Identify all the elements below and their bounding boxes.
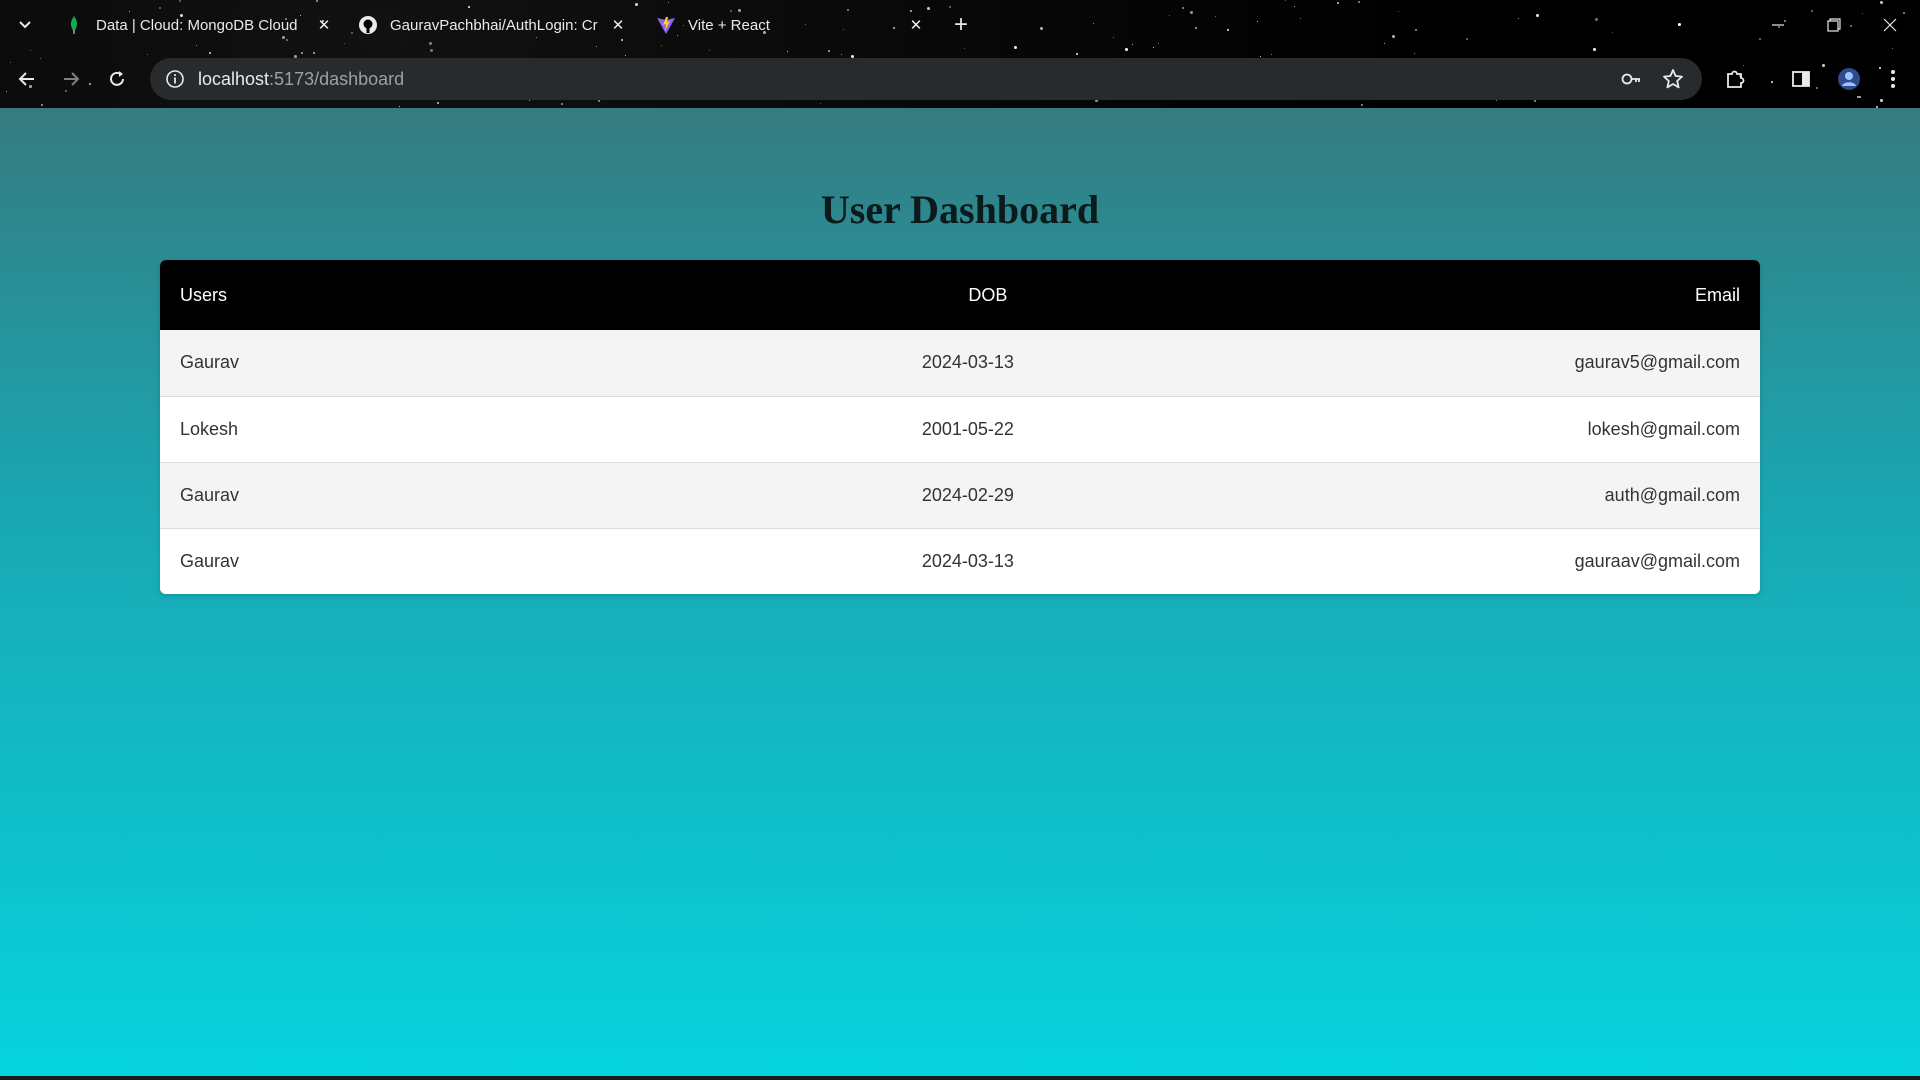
avatar-icon [1838, 68, 1860, 90]
side-panel-icon [1792, 71, 1810, 87]
cell-email: gauraav@gmail.com [1574, 550, 1740, 571]
forward-button[interactable] [54, 62, 88, 96]
star-dot [787, 50, 789, 52]
star-dot [313, 52, 316, 55]
star-dot [820, 102, 822, 104]
star-dot [300, 52, 303, 55]
table-body: Gaurav 2024-03-13 gaurav5@gmail.com Loke… [160, 330, 1760, 594]
url-text[interactable]: localhost:5173/dashboard [198, 69, 404, 90]
tab-github[interactable]: GauravPachbhai/AuthLogin: Cre ✕ [346, 8, 636, 42]
arrow-right-icon [64, 72, 80, 86]
page-viewport: User Dashboard Users DOB Email Gaurav 20… [0, 108, 1920, 1076]
close-window-button[interactable] [1870, 10, 1910, 40]
github-icon [358, 15, 378, 35]
close-icon [1883, 18, 1897, 32]
browser-toolbar: localhost:5173/dashboard [0, 56, 1920, 102]
restore-icon [1827, 18, 1841, 32]
close-icon[interactable]: ✕ [608, 15, 628, 35]
table-header: Users DOB Email [160, 260, 1760, 330]
star-dot [560, 102, 563, 105]
tab-title: Data | Cloud: MongoDB Cloud [96, 16, 298, 34]
tab-title: Vite + React [688, 16, 770, 34]
cell-user: Gaurav [180, 550, 240, 571]
cell-user: Gaurav [180, 484, 240, 505]
arrow-left-icon [18, 72, 34, 86]
star-dot [1075, 52, 1078, 55]
side-panel-button[interactable] [1784, 62, 1818, 96]
cell-dob: 2001-05-22 [921, 418, 1014, 439]
password-key-icon[interactable] [1614, 62, 1648, 96]
tab-strip: Data | Cloud: MongoDB Cloud ✕ GauravPach… [0, 0, 1920, 50]
close-icon[interactable]: ✕ [906, 15, 926, 35]
reload-button[interactable] [100, 62, 134, 96]
cell-dob: 2024-02-29 [921, 484, 1014, 505]
cell-dob: 2024-03-13 [921, 550, 1014, 571]
users-table: Users DOB Email Gaurav 2024-03-13 gaurav… [160, 260, 1760, 594]
column-header-users: Users [180, 284, 228, 305]
restore-button[interactable] [1814, 10, 1854, 40]
minimize-button[interactable] [1758, 10, 1798, 40]
table-header-row: Users DOB Email [160, 260, 1760, 330]
cell-email: auth@gmail.com [1604, 484, 1740, 505]
star-dot [398, 105, 400, 107]
star-dot [1271, 53, 1273, 55]
users-table-card: Users DOB Email Gaurav 2024-03-13 gaurav… [160, 260, 1760, 594]
browser-chrome: Data | Cloud: MongoDB Cloud ✕ GauravPach… [0, 0, 1920, 108]
address-bar[interactable]: localhost:5173/dashboard [150, 58, 1702, 100]
profile-avatar[interactable] [1832, 62, 1866, 96]
cell-email: lokesh@gmail.com [1587, 418, 1740, 439]
url-host: localhost [198, 68, 270, 89]
star-dot [147, 53, 149, 55]
page-title: User Dashboard [820, 187, 1100, 232]
taskbar-edge [0, 1076, 1920, 1080]
cell-user: Lokesh [180, 418, 239, 439]
minimize-icon [1772, 24, 1784, 26]
column-header-dob: DOB [968, 284, 1008, 305]
tab-mongodb[interactable]: Data | Cloud: MongoDB Cloud ✕ [52, 8, 342, 42]
cell-dob: 2024-03-13 [921, 352, 1014, 373]
url-path: :5173/dashboard [269, 68, 405, 89]
star-dot [841, 53, 843, 55]
cell-email: gaurav5@gmail.com [1574, 352, 1740, 373]
star-dot [436, 102, 439, 105]
close-icon[interactable]: ✕ [314, 15, 334, 35]
table-row: Gaurav 2024-03-13 gaurav5@gmail.com [160, 330, 1760, 396]
chevron-down-icon [19, 21, 31, 29]
table-row: Gaurav 2024-03-13 gauraav@gmail.com [160, 528, 1760, 594]
star-dot [41, 103, 44, 106]
table-row: Gaurav 2024-02-29 auth@gmail.com [160, 462, 1760, 528]
tab-vite-react[interactable]: Vite + React ✕ [644, 8, 934, 42]
column-header-email: Email [1694, 284, 1740, 305]
star-dot [828, 49, 831, 52]
reload-icon [110, 71, 124, 86]
extensions-button[interactable] [1718, 62, 1752, 96]
table-row: Lokesh 2001-05-22 lokesh@gmail.com [160, 396, 1760, 462]
menu-button[interactable] [1876, 62, 1910, 96]
tab-title: GauravPachbhai/AuthLogin: Cre [390, 16, 598, 34]
tab-search-button[interactable] [12, 12, 38, 38]
back-button[interactable] [10, 62, 44, 96]
site-info-icon[interactable] [154, 58, 196, 100]
star-dot [1413, 53, 1415, 55]
star-dot [209, 51, 212, 54]
star-dot [1361, 103, 1364, 106]
mongodb-leaf-icon [64, 15, 84, 35]
kebab-menu-icon [1891, 70, 1895, 88]
plus-icon: + [953, 11, 968, 38]
cell-user: Gaurav [180, 352, 240, 373]
bookmark-star-icon[interactable] [1656, 62, 1690, 96]
star-dot [708, 50, 710, 52]
puzzle-icon [1727, 70, 1745, 88]
vite-icon [656, 15, 676, 35]
new-tab-button[interactable]: + [948, 11, 974, 38]
